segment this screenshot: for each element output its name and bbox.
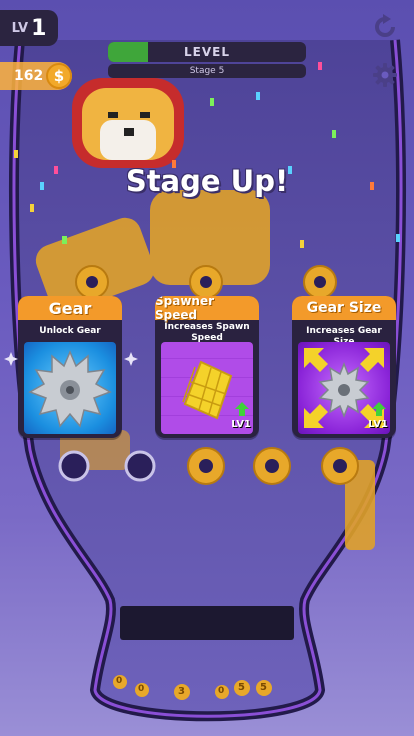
level-label: LEVEL — [184, 45, 230, 59]
upgrade-card-gear[interactable]: Gear Unlock Gear — [18, 296, 122, 438]
card-image: LV1 — [161, 342, 253, 434]
card-title: Spawner Speed — [155, 296, 259, 322]
coin-symbol: $ — [53, 67, 65, 85]
level-value: 1 — [31, 15, 47, 41]
level-up-arrow-icon — [372, 402, 386, 416]
player-level-badge: LV 1 — [0, 10, 58, 46]
tray-coin-1: 0 — [116, 676, 123, 686]
card-title: Gear — [18, 296, 122, 320]
coin-amount: 162 — [14, 68, 44, 84]
tray-coin-6: 5 — [260, 682, 267, 693]
card-image — [24, 342, 116, 434]
upgrade-card-spawner-speed[interactable]: Spawner Speed Increases Spawn Speed LV1 — [155, 296, 259, 438]
card-level: LV1 — [231, 419, 251, 430]
sparkle-icon — [4, 352, 18, 366]
tray-coin-5: 5 — [238, 682, 245, 693]
stage-up-title: Stage Up! — [125, 164, 289, 198]
card-title: Gear Size — [292, 296, 396, 320]
restart-button[interactable] — [370, 12, 400, 42]
sparkle-icon — [124, 352, 138, 366]
stage-indicator: Stage 5 — [108, 64, 306, 78]
tray-coin-4: 0 — [218, 686, 225, 696]
level-progress-bar: LEVEL — [108, 42, 306, 62]
restart-icon — [375, 14, 395, 37]
coin-icon: $ — [46, 63, 72, 89]
level-up-arrow-icon — [235, 402, 249, 416]
card-level: LV1 — [368, 419, 388, 430]
card-image: LV1 — [298, 342, 390, 434]
card-description: Increases Spawn Speed — [164, 322, 250, 343]
tray-coin-2: 0 — [138, 684, 145, 694]
upgrade-card-gear-size[interactable]: Gear Size Increases Gear Size LV1 — [292, 296, 396, 438]
level-prefix: LV — [11, 20, 29, 36]
tray-coin-3: 3 — [178, 686, 185, 697]
settings-button[interactable] — [370, 60, 400, 90]
saw-gear-icon — [28, 350, 112, 428]
gear-icon — [373, 63, 397, 87]
